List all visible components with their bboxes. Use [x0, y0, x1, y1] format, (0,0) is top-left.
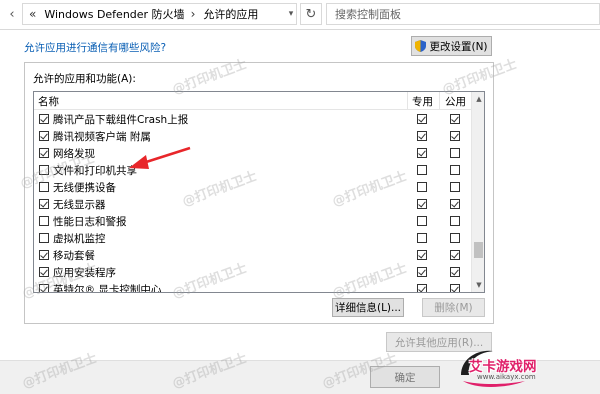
remove-button[interactable]: 删除(M) [422, 298, 485, 317]
public-checkbox[interactable] [450, 199, 460, 209]
list-item[interactable]: 无线便携设备 [34, 179, 471, 196]
enable-checkbox[interactable] [39, 148, 49, 158]
public-checkbox[interactable] [450, 250, 460, 260]
breadcrumb-allowed-apps[interactable]: 允许的应用 [203, 6, 258, 22]
enable-checkbox[interactable] [39, 131, 49, 141]
app-name-label: 网络发现 [53, 148, 95, 160]
private-checkbox[interactable] [417, 114, 427, 124]
ok-button[interactable]: 确定 [370, 366, 440, 388]
change-settings-label: 更改设置(N) [429, 40, 488, 53]
breadcrumb[interactable]: « Windows Defender 防火墙 › 允许的应用 [22, 3, 297, 25]
chevron-down-icon[interactable]: ▾ [284, 3, 298, 25]
app-name-label: 虚拟机监控 [53, 233, 106, 245]
app-name-label: 移动套餐 [53, 250, 95, 262]
vertical-scrollbar[interactable]: ▲ ▼ [471, 92, 484, 292]
list-item[interactable]: 英特尔® 显卡控制中心 [34, 281, 471, 293]
private-checkbox[interactable] [417, 216, 427, 226]
change-settings-button[interactable]: 更改设置(N) [411, 36, 492, 56]
app-name-label: 腾讯产品下载组件Crash上报 [53, 114, 189, 126]
app-name-label: 文件和打印机共享 [53, 165, 137, 177]
list-rows: 腾讯产品下载组件Crash上报 腾讯视频客户端 附属 网络发现文件和打印机共享 无线便… [34, 111, 471, 293]
list-item[interactable]: 虚拟机监控 [34, 230, 471, 247]
enable-checkbox[interactable] [39, 233, 49, 243]
address-bar: ‹ « Windows Defender 防火墙 › 允许的应用 ▾ ↻ 搜索控… [0, 0, 600, 30]
site-logo: 艾卡游戏网 www.aikayx.com [455, 345, 555, 393]
group-title: 允许的应用和功能(A): [33, 73, 136, 85]
private-checkbox[interactable] [417, 148, 427, 158]
private-checkbox[interactable] [417, 182, 427, 192]
column-header-public[interactable]: 公用 [439, 92, 471, 110]
column-header-name[interactable]: 名称 [38, 92, 59, 110]
logo-text: 艾卡游戏网 [469, 359, 537, 375]
public-checkbox[interactable] [450, 131, 460, 141]
public-checkbox[interactable] [450, 216, 460, 226]
column-header-private[interactable]: 专用 [407, 92, 437, 110]
breadcrumb-overflow-icon[interactable]: « [29, 7, 36, 21]
enable-checkbox[interactable] [39, 165, 49, 175]
private-checkbox[interactable] [417, 233, 427, 243]
public-checkbox[interactable] [450, 148, 460, 158]
list-header: 名称 专用 公用 [34, 92, 471, 110]
risk-link[interactable]: 允许应用进行通信有哪些风险? [24, 40, 166, 55]
breadcrumb-firewall[interactable]: Windows Defender 防火墙 [44, 6, 184, 22]
public-checkbox[interactable] [450, 182, 460, 192]
scrollbar-thumb[interactable] [474, 242, 483, 258]
list-item[interactable]: 移动套餐 [34, 247, 471, 264]
public-checkbox[interactable] [450, 165, 460, 175]
scroll-up-icon[interactable]: ▲ [472, 92, 484, 106]
list-item[interactable]: 文件和打印机共享 [34, 162, 471, 179]
enable-checkbox[interactable] [39, 216, 49, 226]
list-item[interactable]: 应用安装程序 [34, 264, 471, 281]
app-name-label: 英特尔® 显卡控制中心 [53, 284, 162, 293]
private-checkbox[interactable] [417, 267, 427, 277]
list-item[interactable]: 腾讯视频客户端 附属 [34, 128, 471, 145]
uac-shield-icon [415, 40, 427, 52]
search-placeholder: 搜索控制面板 [335, 8, 401, 21]
app-name-label: 无线显示器 [53, 199, 106, 211]
enable-checkbox[interactable] [39, 199, 49, 209]
app-name-label: 无线便携设备 [53, 182, 116, 194]
app-name-label: 性能日志和警报 [53, 216, 127, 228]
app-name-label: 腾讯视频客户端 附属 [53, 131, 151, 143]
enable-checkbox[interactable] [39, 284, 49, 292]
details-button[interactable]: 详细信息(L)... [332, 298, 404, 317]
public-checkbox[interactable] [450, 284, 460, 292]
app-name-label: 应用安装程序 [53, 267, 116, 279]
list-item[interactable]: 无线显示器 [34, 196, 471, 213]
enable-checkbox[interactable] [39, 182, 49, 192]
private-checkbox[interactable] [417, 284, 427, 292]
allowed-apps-list[interactable]: 名称 专用 公用 腾讯产品下载组件Crash上报 腾讯视频客户端 附属 网络发现文件… [33, 91, 485, 293]
logo-subtext: www.aikayx.com [477, 373, 536, 381]
list-item[interactable]: 性能日志和警报 [34, 213, 471, 230]
private-checkbox[interactable] [417, 165, 427, 175]
list-item[interactable]: 网络发现 [34, 145, 471, 162]
enable-checkbox[interactable] [39, 250, 49, 260]
search-input[interactable]: 搜索控制面板 [326, 3, 600, 25]
public-checkbox[interactable] [450, 267, 460, 277]
list-item[interactable]: 腾讯产品下载组件Crash上报 [34, 111, 471, 128]
allowed-apps-group: 允许的应用和功能(A): 名称 专用 公用 腾讯产品下载组件Crash上报 腾讯视… [24, 62, 494, 324]
enable-checkbox[interactable] [39, 267, 49, 277]
private-checkbox[interactable] [417, 250, 427, 260]
enable-checkbox[interactable] [39, 114, 49, 124]
public-checkbox[interactable] [450, 233, 460, 243]
refresh-icon[interactable]: ↻ [300, 3, 322, 25]
scroll-down-icon[interactable]: ▼ [472, 278, 484, 292]
private-checkbox[interactable] [417, 131, 427, 141]
public-checkbox[interactable] [450, 114, 460, 124]
breadcrumb-separator-icon: › [190, 7, 196, 21]
back-arrow-icon[interactable]: ‹ [2, 3, 22, 25]
private-checkbox[interactable] [417, 199, 427, 209]
